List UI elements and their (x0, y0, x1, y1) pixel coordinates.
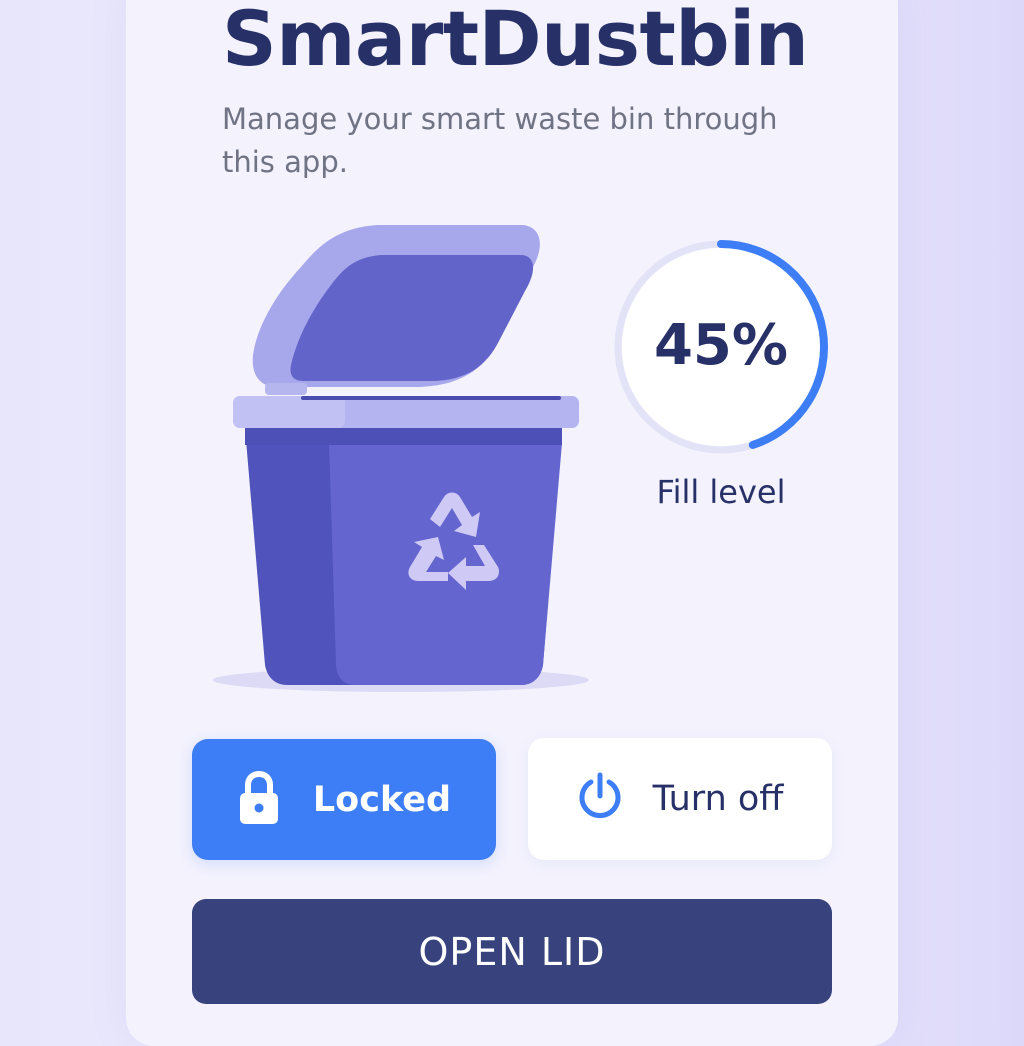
open-lid-button[interactable]: OPEN LID (192, 899, 832, 1004)
fill-level-label: Fill level (656, 473, 786, 511)
lock-icon (237, 769, 281, 831)
fill-level-value: 45% (653, 313, 789, 378)
app-title: SmartDustbin (222, 0, 809, 83)
turn-off-button-label: Turn off (652, 779, 784, 819)
app-subtitle: Manage your smart waste bin through this… (222, 102, 778, 179)
trash-bin-icon (213, 225, 589, 692)
open-lid-button-label: OPEN LID (418, 929, 606, 974)
power-icon (577, 772, 623, 826)
lock-toggle-button[interactable]: Locked (192, 739, 496, 860)
lock-button-label: Locked (312, 779, 452, 820)
turn-off-button[interactable]: Turn off (528, 738, 832, 860)
